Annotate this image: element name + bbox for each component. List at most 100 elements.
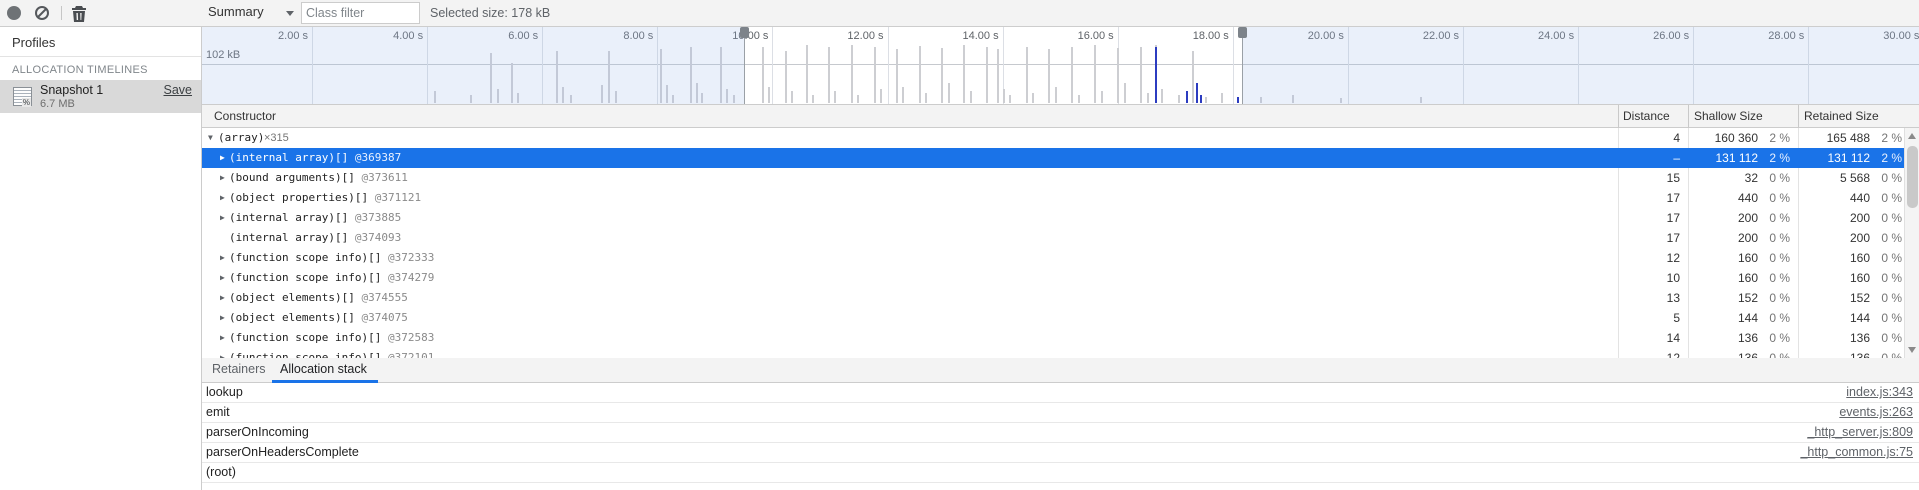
expander-closed-icon[interactable]: ▶ bbox=[220, 348, 225, 358]
snapshot-name: Snapshot 1 bbox=[40, 83, 103, 97]
timeline-tick-label: 14.00 s bbox=[923, 30, 999, 42]
scrollbar-thumb[interactable] bbox=[1907, 146, 1918, 208]
stack-frame-source-link[interactable]: _http_common.js:75 bbox=[1800, 443, 1913, 462]
allocation-bar bbox=[785, 51, 787, 103]
allocation-bar bbox=[828, 47, 830, 103]
clear-icon[interactable] bbox=[35, 6, 49, 20]
allocation-bar bbox=[941, 48, 943, 103]
grid-rows: ▼(array)×3154160 3602 %165 4882 %▶(inter… bbox=[202, 128, 1919, 358]
expander-closed-icon[interactable]: ▶ bbox=[220, 248, 225, 268]
table-row[interactable]: ▶(object elements)[] @374555131520 %1520… bbox=[202, 288, 1919, 308]
column-header-retained-size[interactable]: Retained Size bbox=[1804, 109, 1879, 123]
table-row[interactable]: ▶(function scope info)[] @374279101600 %… bbox=[202, 268, 1919, 288]
allocation-timeline-overview[interactable]: 102 kB 2.00 s4.00 s6.00 s8.00 s10.00 s12… bbox=[202, 27, 1919, 105]
expander-closed-icon[interactable]: ▶ bbox=[220, 328, 225, 348]
stack-frame-function: parserOnIncoming bbox=[206, 423, 309, 442]
table-row[interactable]: ▼(array)×3154160 3602 %165 4882 % bbox=[202, 128, 1919, 148]
allocation-bar bbox=[857, 95, 859, 103]
constructor-name: (internal array)[] @373885 bbox=[229, 208, 401, 228]
timeline-gridline bbox=[772, 27, 773, 105]
expander-closed-icon[interactable]: ▶ bbox=[220, 208, 225, 228]
expander-closed-icon[interactable]: ▶ bbox=[220, 168, 225, 188]
grid-scrollbar[interactable] bbox=[1904, 128, 1919, 358]
table-row[interactable]: ▶(function scope info)[] @372333121600 %… bbox=[202, 248, 1919, 268]
stack-frame-source-link[interactable]: _http_server.js:809 bbox=[1807, 423, 1913, 442]
allocation-bar bbox=[1192, 51, 1194, 103]
save-link[interactable]: Save bbox=[164, 83, 193, 97]
allocation-bar bbox=[834, 91, 836, 103]
table-row[interactable]: ▶(function scope info)[] @372101121360 %… bbox=[202, 348, 1919, 358]
stack-frame-function: parserOnHeadersComplete bbox=[206, 443, 359, 462]
table-row[interactable]: ▶(object elements)[] @37407551440 %1440 … bbox=[202, 308, 1919, 328]
allocation-bar bbox=[1055, 87, 1057, 103]
shallow-size-cell-percent: 0 % bbox=[1758, 248, 1790, 268]
expander-open-icon[interactable]: ▼ bbox=[208, 128, 213, 148]
column-header-shallow-size[interactable]: Shallow Size bbox=[1694, 109, 1763, 123]
allocation-bar bbox=[896, 49, 898, 103]
expander-closed-icon[interactable]: ▶ bbox=[220, 268, 225, 288]
column-header-distance[interactable]: Distance bbox=[1623, 109, 1670, 123]
allocation-bar bbox=[791, 91, 793, 103]
object-id: @372101 bbox=[388, 351, 434, 358]
shallow-size-cell: 136 bbox=[1688, 328, 1758, 348]
constructor-name: (function scope info)[] @372583 bbox=[229, 328, 434, 348]
object-id: @373611 bbox=[361, 171, 407, 184]
table-row[interactable]: (internal array)[] @374093172000 %2000 % bbox=[202, 228, 1919, 248]
scroll-up-icon[interactable] bbox=[1908, 133, 1916, 139]
retained-size-cell-percent: 0 % bbox=[1870, 168, 1902, 188]
tab-allocation-stack[interactable]: Allocation stack bbox=[280, 362, 367, 376]
allocation-bar bbox=[1071, 47, 1073, 103]
stack-frame-source-link[interactable]: index.js:343 bbox=[1846, 383, 1913, 402]
stack-frame-row: parserOnHeadersComplete _http_common.js:7… bbox=[202, 443, 1919, 463]
shallow-size-cell: 144 bbox=[1688, 308, 1758, 328]
sidebar-item-snapshot-1[interactable]: Snapshot 1 6.7 MB Save bbox=[0, 80, 201, 113]
column-header-constructor[interactable]: Constructor bbox=[214, 109, 276, 123]
retained-size-cell-percent: 0 % bbox=[1870, 288, 1902, 308]
table-row[interactable]: ▶(function scope info)[] @372583141360 %… bbox=[202, 328, 1919, 348]
expander-closed-icon[interactable]: ▶ bbox=[220, 288, 225, 308]
constructor-name: (function scope info)[] @374279 bbox=[229, 268, 434, 288]
retained-size-cell-percent: 2 % bbox=[1870, 128, 1902, 148]
allocation-bar bbox=[1003, 89, 1005, 103]
timeline-gridline bbox=[888, 27, 889, 105]
stack-frame-source-link[interactable]: events.js:263 bbox=[1839, 403, 1913, 422]
allocation-stack-pane: lookupindex.js:343emitevents.js:263parse… bbox=[202, 383, 1919, 490]
distance-cell: 17 bbox=[1618, 208, 1680, 228]
scroll-down-icon[interactable] bbox=[1908, 347, 1916, 353]
heap-snapshot-icon bbox=[13, 87, 32, 106]
selection-handle-left[interactable] bbox=[744, 27, 745, 105]
selected-allocation-bar bbox=[1155, 47, 1157, 103]
stack-frame-row: lookupindex.js:343 bbox=[202, 383, 1919, 403]
summary-dropdown[interactable]: Summary bbox=[208, 4, 296, 23]
trash-icon[interactable] bbox=[71, 5, 87, 22]
summary-dropdown-label: Summary bbox=[208, 4, 264, 19]
selection-veil-left[interactable] bbox=[202, 27, 744, 105]
retained-size-cell: 131 112 bbox=[1798, 148, 1870, 168]
selected-allocation-bar bbox=[1200, 95, 1202, 103]
selection-handle-right[interactable] bbox=[1242, 27, 1243, 105]
selection-grabber-icon[interactable] bbox=[1238, 27, 1247, 38]
selection-veil-right[interactable] bbox=[1242, 27, 1919, 105]
expander-closed-icon[interactable]: ▶ bbox=[220, 308, 225, 328]
class-filter-input[interactable] bbox=[301, 2, 420, 24]
toolbar-separator bbox=[61, 6, 62, 20]
snapshot-size: 6.7 MB bbox=[40, 98, 75, 110]
constructor-name: (internal array)[] @374093 bbox=[229, 228, 401, 248]
table-row[interactable]: ▶(object properties)[] @371121174400 %44… bbox=[202, 188, 1919, 208]
expander-closed-icon[interactable]: ▶ bbox=[220, 188, 225, 208]
record-icon[interactable] bbox=[7, 6, 21, 20]
allocation-bar bbox=[768, 87, 770, 103]
allocation-bar bbox=[762, 47, 764, 103]
retained-size-cell: 200 bbox=[1798, 208, 1870, 228]
retained-size-cell: 5 568 bbox=[1798, 168, 1870, 188]
selection-grabber-icon[interactable] bbox=[740, 27, 749, 38]
constructor-grid: Constructor Distance Shallow Size Retain… bbox=[202, 105, 1919, 358]
shallow-size-cell-percent: 0 % bbox=[1758, 188, 1790, 208]
table-row[interactable]: ▶(bound arguments)[] @37361115320 %5 568… bbox=[202, 168, 1919, 188]
table-row[interactable]: ▶(internal array)[] @373885172000 %2000 … bbox=[202, 208, 1919, 228]
tab-retainers[interactable]: Retainers bbox=[212, 362, 266, 376]
table-row[interactable]: ▶(internal array)[] @369387–131 1122 %13… bbox=[202, 148, 1919, 168]
shallow-size-cell-percent: 0 % bbox=[1758, 288, 1790, 308]
shallow-size-cell-percent: 0 % bbox=[1758, 328, 1790, 348]
expander-closed-icon[interactable]: ▶ bbox=[220, 148, 225, 168]
